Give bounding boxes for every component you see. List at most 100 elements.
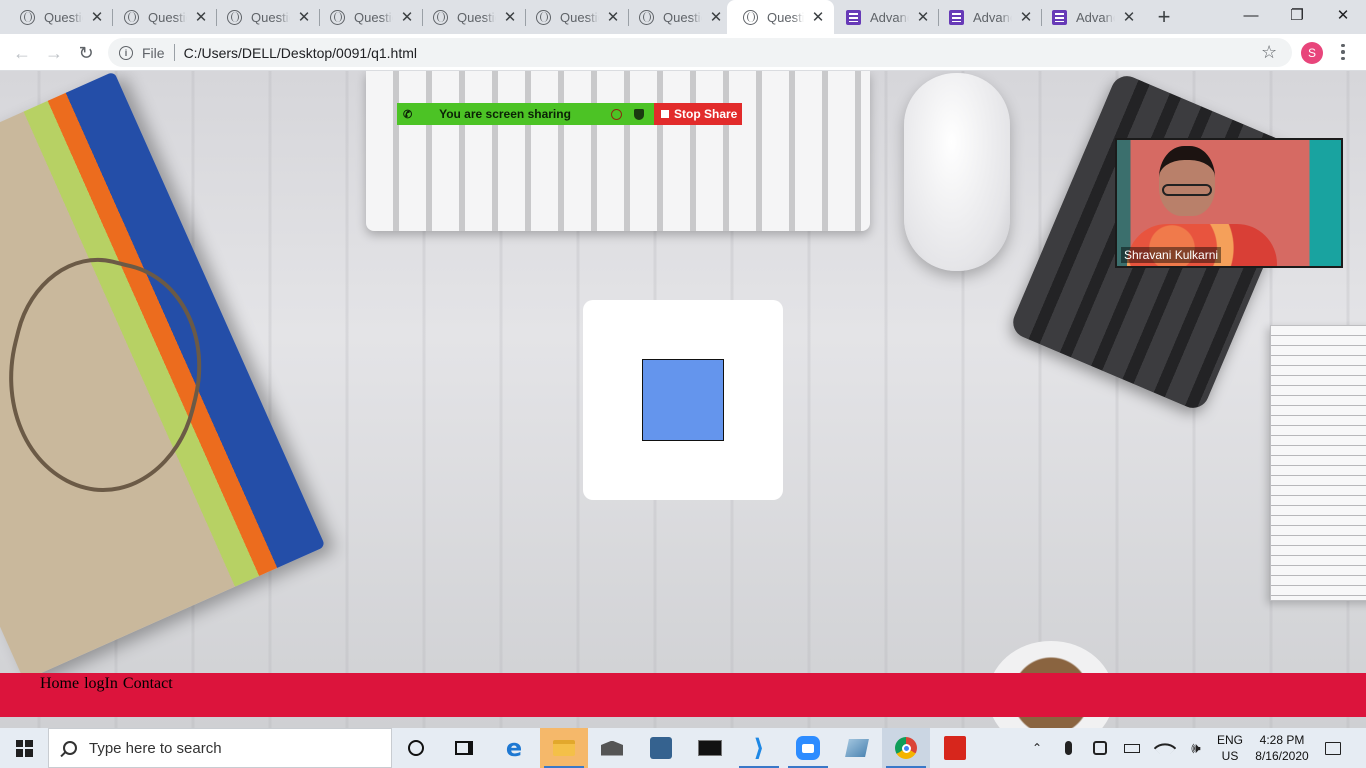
browser-tab[interactable]: Questio ✕ bbox=[0, 0, 113, 34]
nav-link-home[interactable]: Home bbox=[40, 675, 79, 717]
mysql-icon[interactable] bbox=[686, 728, 734, 768]
language-code: ENG bbox=[1216, 733, 1243, 747]
stop-share-label: Stop Share bbox=[674, 107, 738, 121]
new-tab-button[interactable]: + bbox=[1152, 4, 1176, 29]
blue-square bbox=[642, 359, 724, 441]
taskbar: Type here to search e ⟩ ⌃ 🕪 ENG US 4:28 … bbox=[0, 728, 1366, 768]
globe-icon bbox=[330, 9, 345, 25]
address-bar[interactable]: i File C:/Users/DELL/Desktop/0091/q1.htm… bbox=[108, 38, 1292, 67]
zoom-share-bar: ✆ You are screen sharing Stop Share bbox=[397, 103, 742, 125]
chevron-up-icon[interactable]: ⌃ bbox=[1024, 728, 1050, 768]
tab-title: Questio bbox=[44, 9, 83, 25]
browser-tab[interactable]: Advanc ✕ bbox=[1032, 0, 1145, 34]
reload-button[interactable]: ↻ bbox=[72, 39, 100, 67]
battery-icon[interactable] bbox=[1121, 728, 1143, 768]
search-placeholder: Type here to search bbox=[89, 739, 222, 757]
browser-tab[interactable]: Questio ✕ bbox=[413, 0, 526, 34]
back-button[interactable]: ← bbox=[8, 39, 36, 67]
url-scheme: File bbox=[142, 44, 165, 61]
content-card bbox=[583, 300, 783, 500]
clock-date: 8/16/2020 bbox=[1255, 749, 1309, 763]
sharing-text: You are screen sharing bbox=[439, 107, 571, 121]
close-icon[interactable]: ✕ bbox=[89, 9, 105, 25]
globe-icon bbox=[536, 9, 551, 25]
url-text[interactable]: C:/Users/DELL/Desktop/0091/q1.html bbox=[184, 45, 417, 61]
zoom-icon[interactable] bbox=[784, 728, 832, 768]
participant-name: Shravani Kulkarni bbox=[1121, 247, 1222, 263]
tab-title: Questio bbox=[663, 9, 702, 25]
tab-title: Advanc bbox=[1076, 9, 1115, 25]
nav-link-login[interactable]: logIn bbox=[84, 675, 118, 717]
forward-button[interactable]: → bbox=[40, 39, 68, 67]
forms-icon bbox=[846, 9, 861, 25]
chrome-icon[interactable] bbox=[882, 728, 930, 768]
globe-icon bbox=[639, 9, 654, 25]
acrobat-icon[interactable] bbox=[931, 728, 979, 768]
tab-title: Questio bbox=[457, 9, 496, 25]
background-notebook bbox=[1270, 325, 1366, 601]
forms-icon bbox=[949, 9, 964, 25]
wireshark-icon[interactable] bbox=[637, 728, 685, 768]
browser-tab-active[interactable]: Questio ✕ bbox=[727, 0, 834, 34]
stop-share-button[interactable]: Stop Share bbox=[654, 103, 742, 125]
background-keyboard bbox=[366, 71, 870, 231]
tab-title: Questio bbox=[354, 9, 393, 25]
tab-title: Questio bbox=[148, 9, 187, 25]
task-view-icon[interactable] bbox=[440, 728, 488, 768]
globe-icon bbox=[743, 9, 758, 25]
phone-icon: ✆ bbox=[403, 108, 413, 121]
edge-icon[interactable]: e bbox=[490, 728, 538, 768]
footer-nav: Home logIn Contact bbox=[0, 673, 1366, 717]
vscode-icon[interactable]: ⟩ bbox=[735, 728, 783, 768]
tab-title: Questio bbox=[251, 9, 290, 25]
update-icon[interactable] bbox=[1089, 728, 1111, 768]
tab-title: Advanc bbox=[870, 9, 909, 25]
page-viewport: ✆ You are screen sharing Stop Share Shra… bbox=[0, 71, 1366, 728]
start-button[interactable] bbox=[0, 728, 48, 768]
stop-icon bbox=[661, 110, 669, 118]
taskbar-search[interactable]: Type here to search bbox=[48, 728, 392, 768]
nav-link-contact[interactable]: Contact bbox=[123, 675, 173, 717]
profile-avatar[interactable]: S bbox=[1301, 42, 1323, 64]
language-indicator[interactable]: ENG US bbox=[1212, 728, 1248, 768]
info-icon[interactable]: i bbox=[119, 45, 133, 60]
bookmark-star-icon[interactable]: ☆ bbox=[1261, 42, 1277, 63]
tab-strip: Questio ✕ Questio ✕ Questio ✕ Questio ✕ … bbox=[0, 0, 1366, 34]
close-icon[interactable]: ✕ bbox=[708, 9, 724, 25]
close-icon[interactable]: ✕ bbox=[810, 9, 826, 25]
clock-time: 4:28 PM bbox=[1259, 733, 1305, 747]
region-code: US bbox=[1221, 749, 1239, 763]
globe-icon bbox=[227, 9, 242, 25]
clock[interactable]: 4:28 PM 8/16/2020 bbox=[1246, 728, 1318, 768]
windows-icon bbox=[15, 739, 33, 757]
notification-icon[interactable] bbox=[1320, 728, 1346, 768]
app-icon[interactable] bbox=[833, 728, 881, 768]
menu-dots-icon[interactable] bbox=[1336, 40, 1350, 64]
restore-button[interactable]: ❐ bbox=[1274, 0, 1320, 30]
tab-title: Questio bbox=[560, 9, 599, 25]
zoom-sharing-indicator[interactable]: ✆ You are screen sharing bbox=[397, 103, 654, 125]
browser-tab[interactable]: Questio ✕ bbox=[104, 0, 217, 34]
browser-tab[interactable]: Advanc ✕ bbox=[929, 0, 1042, 34]
wifi-icon[interactable] bbox=[1153, 728, 1177, 768]
file-explorer-icon[interactable] bbox=[540, 728, 588, 768]
browser-tab[interactable]: Questio ✕ bbox=[516, 0, 629, 34]
close-window-button[interactable]: ✕ bbox=[1320, 0, 1366, 30]
microphone-icon[interactable] bbox=[1057, 728, 1079, 768]
search-icon bbox=[63, 741, 77, 755]
globe-icon bbox=[433, 9, 448, 25]
pause-icon[interactable] bbox=[611, 108, 622, 120]
video-thumbnail[interactable]: Shravani Kulkarni bbox=[1115, 138, 1343, 268]
browser-tab[interactable]: Questio ✕ bbox=[310, 0, 423, 34]
shield-icon bbox=[634, 108, 644, 120]
globe-icon bbox=[20, 9, 35, 25]
mail-icon[interactable] bbox=[588, 728, 636, 768]
browser-tab[interactable]: Questio ✕ bbox=[207, 0, 320, 34]
browser-tab[interactable]: Questio ✕ bbox=[619, 0, 732, 34]
volume-icon[interactable]: 🕪 bbox=[1184, 728, 1208, 768]
cortana-icon[interactable] bbox=[392, 728, 440, 768]
close-icon[interactable]: ✕ bbox=[1121, 9, 1137, 25]
tab-title: Advanc bbox=[973, 9, 1012, 25]
minimize-button[interactable]: — bbox=[1228, 0, 1274, 30]
browser-tab[interactable]: Advanc ✕ bbox=[826, 0, 939, 34]
